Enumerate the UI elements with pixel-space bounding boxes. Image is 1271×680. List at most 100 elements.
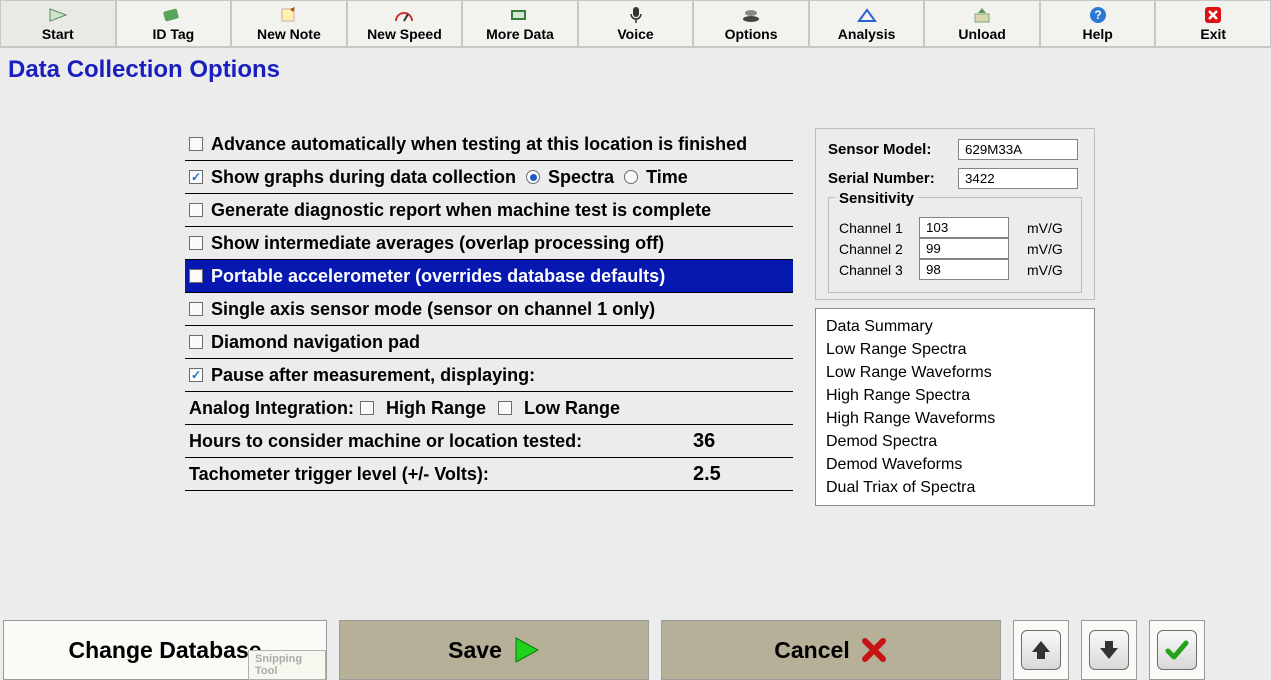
opt-pause[interactable]: Pause after measurement, displaying: [185,359,793,392]
checkbox-icon[interactable] [498,401,512,415]
start-button[interactable]: Start [0,0,116,47]
analysis-button[interactable]: Analysis [809,0,925,47]
opt-label: Diamond navigation pad [211,332,420,353]
opt-label: Portable accelerometer (overrides databa… [211,266,665,287]
channel-value-input[interactable] [919,217,1009,238]
channel-unit: mV/G [1027,262,1063,278]
channel-row: Channel 2mV/G [839,238,1071,259]
list-item[interactable]: Demod Spectra [826,430,1084,453]
channel-row: Channel 1mV/G [839,217,1071,238]
list-item[interactable]: Demod Waveforms [826,453,1084,476]
checkbox-icon[interactable] [189,269,203,283]
svg-text:?: ? [1094,8,1101,22]
moredata-icon [509,6,531,24]
save-button[interactable]: Save [339,620,649,680]
options-button[interactable]: Options [693,0,809,47]
opt-portable[interactable]: Portable accelerometer (overrides databa… [185,260,793,293]
checkbox-icon[interactable] [189,137,203,151]
sensitivity-legend: Sensitivity [835,190,918,207]
opt-diamond[interactable]: Diamond navigation pad [185,326,793,359]
page-title: Data Collection Options [0,48,1271,84]
idtag-button[interactable]: ID Tag [116,0,232,47]
sensor-model-label: Sensor Model: [828,141,958,158]
radio-spectra-label: Spectra [548,167,614,188]
options-icon [740,6,762,24]
opt-single-axis[interactable]: Single axis sensor mode (sensor on chann… [185,293,793,326]
arrow-down-icon [1097,638,1121,662]
analysis-icon [856,6,878,24]
toolbar-label: Unload [958,26,1005,42]
confirm-button[interactable] [1149,620,1205,680]
toolbar-label: More Data [486,26,554,42]
changedb-label: Change Database [68,637,261,664]
help-button[interactable]: ? Help [1040,0,1156,47]
radio-time-label: Time [646,167,688,188]
unload-button[interactable]: Unload [924,0,1040,47]
channel-label: Channel 1 [839,220,919,236]
opt-label: Show graphs during data collection [211,167,516,188]
tach-label: Tachometer trigger level (+/- Volts): [189,464,693,485]
toolbar-label: Exit [1200,26,1226,42]
toolbar-label: Options [725,26,778,42]
list-item[interactable]: Dual Triax of Spectra [826,476,1084,499]
hours-input[interactable] [693,430,753,453]
opt-label: Pause after measurement, displaying: [211,365,535,386]
voice-button[interactable]: Voice [578,0,694,47]
display-list[interactable]: Data SummaryLow Range SpectraLow Range W… [815,308,1095,506]
bottom-bar: Change Database Snipping Tool Save Cance… [3,620,1268,680]
opt-intermediate[interactable]: Show intermediate averages (overlap proc… [185,227,793,260]
toolbar-label: New Note [257,26,321,42]
serial-row: Serial Number: [828,168,1082,189]
opt-label: Analog Integration: [189,398,354,419]
toolbar-label: Help [1083,26,1113,42]
start-icon [47,6,69,24]
channel-row: Channel 3mV/G [839,259,1071,280]
play-icon [512,636,540,664]
opt-analog-integration: Analog Integration: High Range Low Range [185,392,793,425]
checkbox-icon[interactable] [189,170,203,184]
change-database-button[interactable]: Change Database Snipping Tool [3,620,327,680]
newnote-button[interactable]: New Note [231,0,347,47]
channel-value-input[interactable] [919,259,1009,280]
list-item[interactable]: High Range Waveforms [826,407,1084,430]
list-item[interactable]: High Range Spectra [826,384,1084,407]
idtag-icon [162,6,184,24]
arrow-up-icon [1029,638,1053,662]
main-area: Advance automatically when testing at th… [0,84,1271,506]
checkbox-icon[interactable] [189,236,203,250]
checkbox-icon[interactable] [189,203,203,217]
checkbox-icon[interactable] [189,302,203,316]
opt-show-graphs[interactable]: Show graphs during data collection Spect… [185,161,793,194]
sensor-model-input[interactable] [958,139,1078,160]
checkbox-icon[interactable] [360,401,374,415]
exit-button[interactable]: Exit [1155,0,1271,47]
check-icon [1164,637,1190,663]
toolbar: StartID Tag New Note New Speed More Data Voi… [0,0,1271,48]
radio-icon[interactable] [526,170,540,184]
opt-gen-report[interactable]: Generate diagnostic report when machine … [185,194,793,227]
list-item[interactable]: Low Range Waveforms [826,361,1084,384]
down-button[interactable] [1081,620,1137,680]
help-icon: ? [1087,6,1109,24]
note-icon [278,6,300,24]
serial-input[interactable] [958,168,1078,189]
moredata-button[interactable]: More Data [462,0,578,47]
checkbox-icon[interactable] [189,368,203,382]
list-item[interactable]: Low Range Spectra [826,338,1084,361]
exit-icon [1202,6,1224,24]
channel-label: Channel 2 [839,241,919,257]
channel-value-input[interactable] [919,238,1009,259]
cancel-button[interactable]: Cancel [661,620,1001,680]
checkbox-icon[interactable] [189,335,203,349]
opt-label: Generate diagnostic report when machine … [211,200,711,221]
opt-tach: Tachometer trigger level (+/- Volts): [185,458,793,491]
tach-input[interactable] [693,463,753,486]
sensitivity-fieldset: Sensitivity Channel 1mV/GChannel 2mV/GCh… [828,197,1082,293]
opt-advance[interactable]: Advance automatically when testing at th… [185,128,793,161]
list-item[interactable]: Data Summary [826,315,1084,338]
radio-icon[interactable] [624,170,638,184]
options-column: Advance automatically when testing at th… [185,128,793,506]
up-button[interactable] [1013,620,1069,680]
newspeed-button[interactable]: New Speed [347,0,463,47]
cancel-label: Cancel [774,637,849,664]
